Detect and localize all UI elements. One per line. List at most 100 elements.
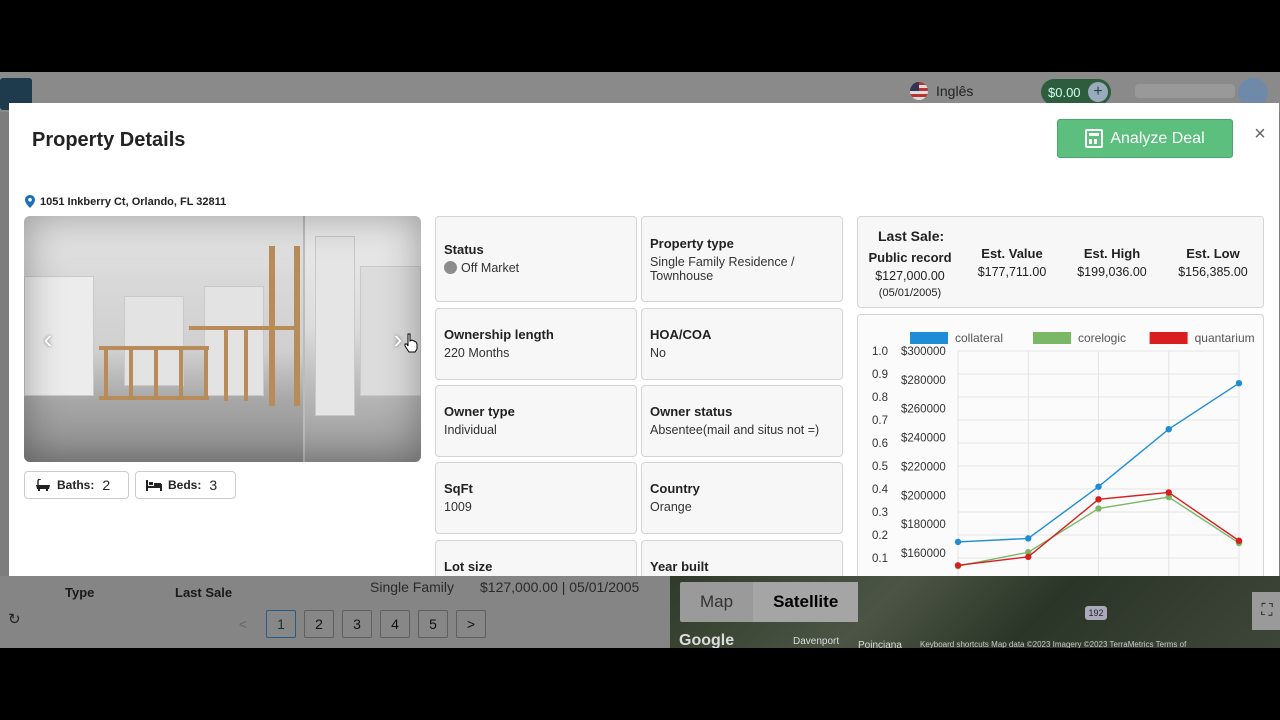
y1-tick-label: 0.7 — [872, 415, 888, 427]
balance-pill[interactable]: $0.00 + — [1041, 79, 1111, 105]
analyze-deal-label: Analyze Deal — [1110, 129, 1205, 147]
address-text: 1051 Inkberry Ct, Orlando, FL 32811 — [40, 195, 227, 208]
detail-lot-size: Lot size — [435, 540, 637, 576]
calculator-icon — [1085, 129, 1104, 148]
page-1-button[interactable]: 1 — [266, 610, 296, 638]
last-sale-source: Public record — [868, 250, 952, 265]
map-label-davenport: Davenport — [793, 636, 840, 647]
data-point — [954, 538, 962, 546]
last-sale-block: Public record $127,000.00 (05/01/2005) — [860, 250, 960, 299]
y2-tick-label: $220000 — [901, 461, 946, 473]
legend-label: corelogic — [1078, 331, 1126, 345]
y1-tick-label: 1.0 — [872, 346, 888, 358]
satellite-button[interactable]: Satellite — [753, 582, 859, 622]
baths-tag: Baths: 2 — [24, 471, 129, 499]
beds-label: Beds: — [168, 478, 202, 492]
last-sale-heading: Last Sale: — [878, 228, 945, 244]
est-value-block: Est. Value $177,711.00 — [962, 246, 1062, 279]
data-point — [1095, 483, 1102, 490]
language-label: Inglês — [936, 83, 974, 99]
page-4-button[interactable]: 4 — [380, 610, 410, 638]
y2-tick-label: $180000 — [901, 519, 946, 531]
legend-swatch — [910, 332, 948, 344]
modal-title: Property Details — [32, 129, 186, 151]
legend-swatch — [1033, 332, 1071, 344]
y1-tick-label: 0.2 — [872, 530, 888, 542]
detail-label: Lot size — [444, 559, 493, 574]
page-3-button[interactable]: 3 — [342, 610, 372, 638]
bed-icon — [146, 480, 162, 491]
prev-page-button[interactable]: < — [228, 610, 258, 638]
map-view[interactable]: Map Satellite Google Davenport Poinciana… — [670, 576, 1280, 648]
est-value: $177,711.00 — [977, 265, 1047, 279]
baths-label: Baths: — [57, 478, 95, 492]
est-label: Est. Value — [981, 246, 1043, 261]
property-tags: Baths: 2 Beds: 3 — [24, 471, 236, 499]
detail-owner-type: Owner type Individual — [435, 385, 637, 457]
est-label: Est. High — [1083, 246, 1141, 261]
detail-status: Status Off Market — [435, 216, 637, 302]
analyze-deal-button[interactable]: Analyze Deal — [1057, 119, 1233, 158]
data-point — [1025, 535, 1032, 542]
beds-value: 3 — [209, 477, 218, 493]
google-logo: Google — [679, 632, 735, 648]
location-pin-icon — [25, 195, 35, 208]
y1-tick-label: 0.5 — [872, 461, 888, 473]
est-label: Est. Low — [1186, 246, 1240, 261]
user-name-blurred[interactable] — [1135, 84, 1235, 98]
last-sale-price: $127,000.00 — [875, 269, 945, 283]
data-point — [1095, 496, 1102, 503]
next-page-button[interactable]: > — [456, 610, 486, 638]
detail-label: Property type — [650, 236, 734, 251]
results-table-header: Type Last Sale Single Family $127,000.00… — [44, 576, 670, 612]
close-icon[interactable]: × — [1251, 123, 1269, 145]
sale-estimates-card: Last Sale: Public record $127,000.00 (05… — [857, 216, 1264, 308]
y1-tick-label: 0.1 — [872, 553, 888, 565]
add-funds-icon[interactable]: + — [1088, 82, 1108, 102]
detail-value: Off Market — [461, 261, 520, 275]
y1-tick-label: 0.3 — [872, 507, 888, 519]
detail-hoa-coa: HOA/COA No — [641, 308, 843, 380]
y2-tick-label: $260000 — [901, 404, 946, 416]
pagination: < 1 2 3 4 5 > — [228, 610, 486, 638]
detail-label: Owner type — [444, 404, 515, 419]
road-marker: 192 — [1085, 606, 1107, 620]
language-selector[interactable]: Inglês — [910, 82, 973, 100]
row-type: Single Family — [370, 579, 455, 595]
y1-tick-label: 0.9 — [872, 369, 888, 381]
map-button[interactable]: Map — [680, 582, 753, 622]
page-5-button[interactable]: 5 — [418, 610, 448, 638]
detail-label: Country — [650, 481, 700, 496]
previous-photo-icon[interactable]: ‹ — [37, 326, 59, 352]
address: 1051 Inkberry Ct, Orlando, FL 32811 — [25, 195, 226, 208]
est-low-block: Est. Low $156,385.00 — [1163, 246, 1263, 279]
photo-gallery[interactable]: ‹ › — [24, 216, 421, 462]
hand-cursor-icon — [404, 333, 418, 353]
map-attribution[interactable]: Keyboard shortcuts Map data ©2023 Imager… — [920, 640, 1186, 648]
y2-tick-label: $280000 — [901, 375, 946, 387]
y2-tick-label: $160000 — [901, 548, 946, 560]
detail-label: Status — [444, 242, 484, 257]
map-label-poinciana: Poinciana — [858, 640, 902, 648]
legend-label: quantarium — [1195, 331, 1255, 345]
y2-tick-label: $300000 — [901, 346, 946, 358]
row-last-sale: $127,000.00 | 05/01/2005 — [480, 579, 640, 595]
legend-swatch — [1149, 332, 1188, 344]
refresh-icon[interactable]: ↻ — [8, 610, 26, 628]
detail-country: Country Orange — [641, 462, 843, 534]
detail-sqft: SqFt 1009 — [435, 462, 637, 534]
legend-label: collateral — [955, 331, 1003, 345]
y1-tick-label: 0.6 — [872, 438, 888, 450]
y1-tick-label: 0.4 — [872, 484, 889, 496]
fullscreen-icon[interactable]: ⛶ — [1252, 592, 1280, 630]
bathtub-icon — [36, 479, 50, 491]
y1-tick-label: 0.8 — [872, 392, 888, 404]
data-point — [1165, 426, 1172, 433]
screen: Inglês $0.00 + ↻ Type Last Sale Single F… — [0, 72, 1280, 648]
beds-tag: Beds: 3 — [135, 471, 236, 499]
page-2-button[interactable]: 2 — [304, 610, 334, 638]
detail-value: 220 Months — [444, 346, 510, 360]
balance-amount: $0.00 — [1048, 84, 1081, 100]
detail-label: Owner status — [650, 404, 733, 419]
detail-value: Absentee(mail and situs not =) — [650, 423, 820, 437]
